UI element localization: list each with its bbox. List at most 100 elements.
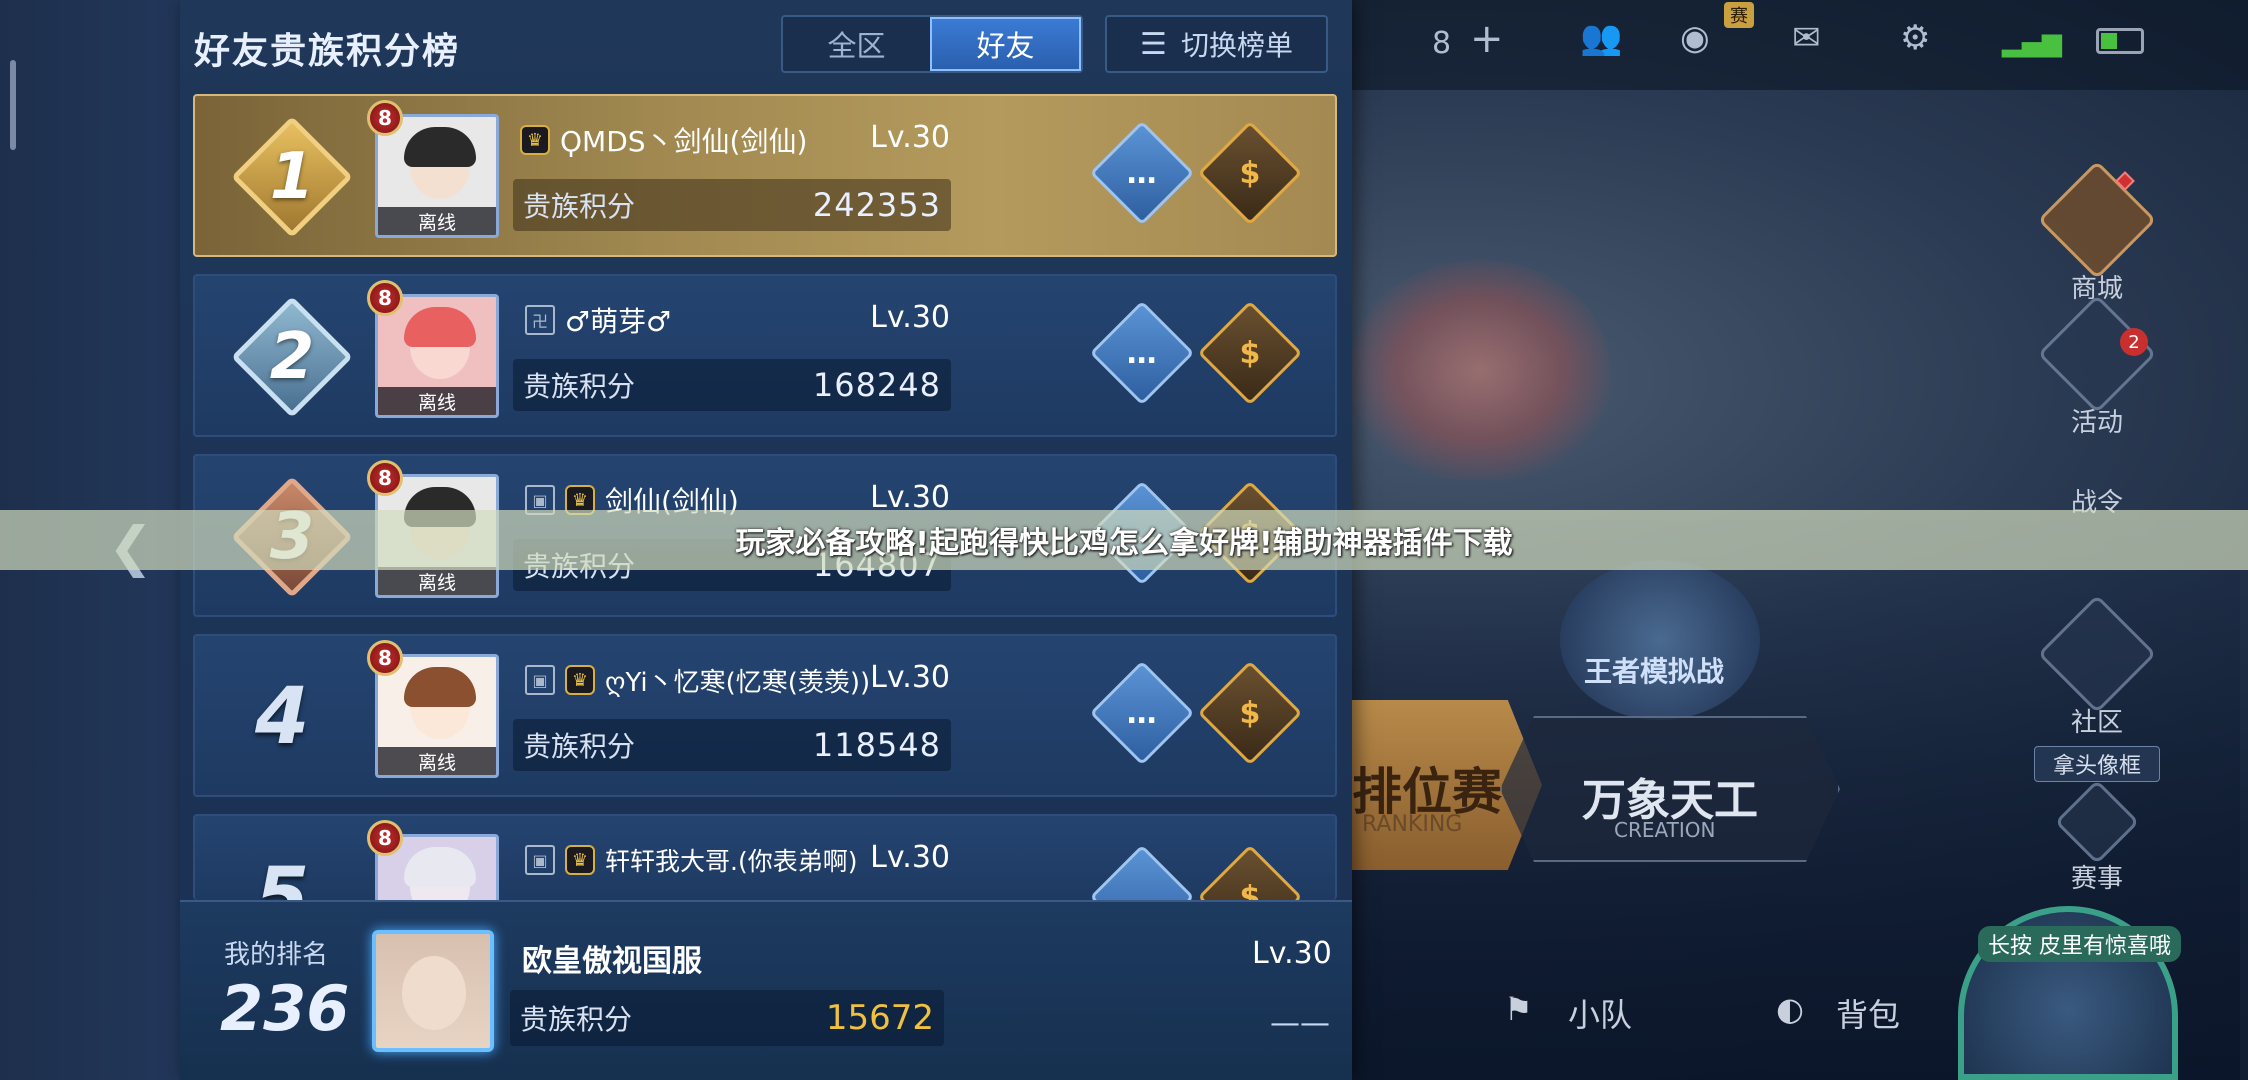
battery-icon	[2096, 28, 2144, 54]
crown-icon: ♛	[565, 665, 595, 695]
tab-all-region[interactable]: 全区	[783, 17, 930, 71]
gift-button[interactable]: $	[1197, 660, 1303, 766]
side-item-tournament[interactable]: 赛事	[2032, 779, 2162, 895]
match-tag: 赛	[1724, 2, 1754, 28]
game-screen: { "panel": { "title": "好友贵族积分榜", "tabs":…	[0, 0, 2248, 1080]
player-level: Lv.30	[870, 840, 950, 875]
name-line: 卍 ♂萌芽♂	[525, 300, 1145, 340]
leaderboard-row[interactable]: 1 8 离线 ♛ ϘMDS丶剑仙(剑仙) Lv.30 贵族积分 242353 ……	[193, 94, 1337, 257]
coin-icon: $	[1239, 335, 1261, 371]
vip-badge: 8	[367, 640, 403, 676]
my-name: 欧皇傲视国服	[522, 944, 702, 979]
shop-icon	[2037, 160, 2157, 280]
my-score-value: 15672	[825, 998, 934, 1038]
score-value: 118548	[812, 726, 941, 764]
player-name: ღYi丶忆寒(忆寒(羡羡))	[605, 667, 871, 698]
chat-bubble-icon: …	[1127, 695, 1157, 731]
hero-tag: 长按 皮里有惊喜哦	[1978, 926, 2181, 962]
player-level: Lv.30	[870, 660, 950, 695]
trophy-icon	[2054, 779, 2140, 865]
creation-entry[interactable]: 万象天工 CREATION	[1500, 716, 1840, 862]
leaderboard-row[interactable]: 2 8 离线 卍 ♂萌芽♂ Lv.30 贵族积分 168248 … $	[193, 274, 1337, 437]
score-box: 贵族积分 242353	[513, 179, 951, 231]
mail-icon[interactable]: ✉	[1792, 18, 1821, 58]
player-level: Lv.30	[870, 120, 950, 155]
side-label-tournament: 赛事	[2070, 864, 2123, 894]
score-label: 贵族积分	[523, 730, 636, 763]
scroll-handle[interactable]	[10, 60, 16, 150]
vip-badge: 8	[367, 100, 403, 136]
frame-icon: 卍	[525, 305, 555, 335]
score-label: 贵族积分	[523, 370, 636, 403]
player-name: 轩轩我大哥.(你表弟啊)	[605, 847, 858, 876]
score-label: 贵族积分	[523, 190, 636, 223]
team-button[interactable]: 小队	[1568, 990, 1632, 1036]
crown-icon: ♛	[565, 845, 595, 875]
my-rank-number: 236	[220, 972, 350, 1045]
chat-bubble-icon: …	[1127, 335, 1157, 371]
rank-badge-gold: 1	[231, 116, 353, 238]
score-value: 242353	[812, 186, 941, 224]
chat-bubble-icon: …	[1127, 155, 1157, 191]
player-level: Lv.30	[870, 300, 950, 335]
switch-board-label: 切换榜单	[1180, 29, 1293, 62]
ranked-sub-label: RANKING	[1362, 812, 1463, 837]
settings-gear-icon[interactable]: ⚙	[1900, 18, 1930, 58]
side-item-community[interactable]: 社区	[2032, 594, 2162, 739]
bag-icon[interactable]: ◐	[1776, 990, 1804, 1028]
frame-icon: ▣	[525, 665, 555, 695]
player-name: ϘMDS丶剑仙(剑仙)	[560, 125, 808, 158]
offline-status: 离线	[378, 567, 496, 595]
my-rank-bar: 我的排名 236 欧皇傲视国服 Lv.30 贵族积分 15672 ——	[180, 900, 1352, 1080]
rank-number: 5	[255, 852, 310, 900]
score-box: 贵族积分 118548	[513, 719, 951, 771]
my-avatar[interactable]	[372, 930, 494, 1052]
tab-friends[interactable]: 好友	[930, 17, 1081, 71]
lotus-decoration	[1350, 260, 1610, 480]
my-level: Lv.30	[1252, 936, 1332, 971]
coin-icon: $	[1239, 155, 1261, 191]
offline-status: 离线	[378, 207, 496, 235]
rank-number: 2	[269, 320, 315, 394]
vip-badge: 8	[367, 280, 403, 316]
frame-icon: ▣	[525, 845, 555, 875]
banner-text: 玩家必备攻略!起跑得快比鸡怎么拿好牌!辅助神器插件下载	[735, 526, 1513, 561]
friends-icon[interactable]: 👥	[1580, 18, 1622, 58]
vip-badge: 8	[367, 820, 403, 856]
panel-title: 好友贵族积分榜	[194, 31, 461, 72]
add-friend-icon[interactable]: +	[1470, 16, 1504, 62]
vip-badge: 8	[367, 460, 403, 496]
my-rank-label: 我的排名	[224, 940, 329, 970]
offline-status: 离线	[378, 387, 496, 415]
creation-sub-label: CREATION	[1614, 818, 1716, 842]
eye-icon[interactable]: ◉	[1680, 18, 1710, 58]
player-name: ♂萌芽♂	[565, 305, 672, 338]
offline-status: 离线	[378, 747, 496, 775]
switch-board-button[interactable]: ☰ 切换榜单	[1105, 15, 1328, 73]
my-score-label: 贵族积分	[520, 1003, 633, 1036]
simulator-entry[interactable]: 王者模拟战	[1560, 560, 1760, 720]
gift-button[interactable]: $	[1197, 844, 1303, 901]
rank-number: 4	[255, 672, 310, 762]
gift-button[interactable]: $	[1197, 300, 1303, 406]
team-flag-icon[interactable]: ⚑	[1504, 990, 1533, 1028]
list-icon: ☰	[1140, 26, 1167, 62]
overlay-banner: 玩家必备攻略!起跑得快比鸡怎么拿好牌!辅助神器插件下载	[0, 510, 2248, 570]
my-score-box: 贵族积分 15672	[510, 990, 944, 1046]
leaderboard-row[interactable]: 4 8 离线 ▣ ♛ ღYi丶忆寒(忆寒(羡羡)) Lv.30 贵族积分 118…	[193, 634, 1337, 797]
events-badge: 2	[2120, 328, 2148, 356]
leaderboard-row[interactable]: 5 8 ▣ ♛ 轩轩我大哥.(你表弟啊) Lv.30 … $	[193, 814, 1337, 900]
score-box: 贵族积分 168248	[513, 359, 951, 411]
friend-count: 8	[1432, 26, 1452, 61]
signal-icon: ▂▄▆	[2002, 28, 2062, 58]
chat-bubble-icon: …	[1127, 879, 1157, 901]
coin-icon: $	[1239, 695, 1261, 731]
side-item-shop[interactable]: 商城	[2032, 160, 2162, 305]
gift-button[interactable]: $	[1197, 120, 1303, 226]
score-value: 168248	[812, 366, 941, 404]
coin-icon: $	[1239, 879, 1261, 901]
scope-tabs: 全区 好友	[781, 15, 1083, 73]
avatar-frame-chip[interactable]: 拿头像框	[2034, 746, 2160, 782]
bag-button[interactable]: 背包	[1836, 990, 1900, 1036]
simulator-label: 王者模拟战	[1584, 655, 1725, 688]
